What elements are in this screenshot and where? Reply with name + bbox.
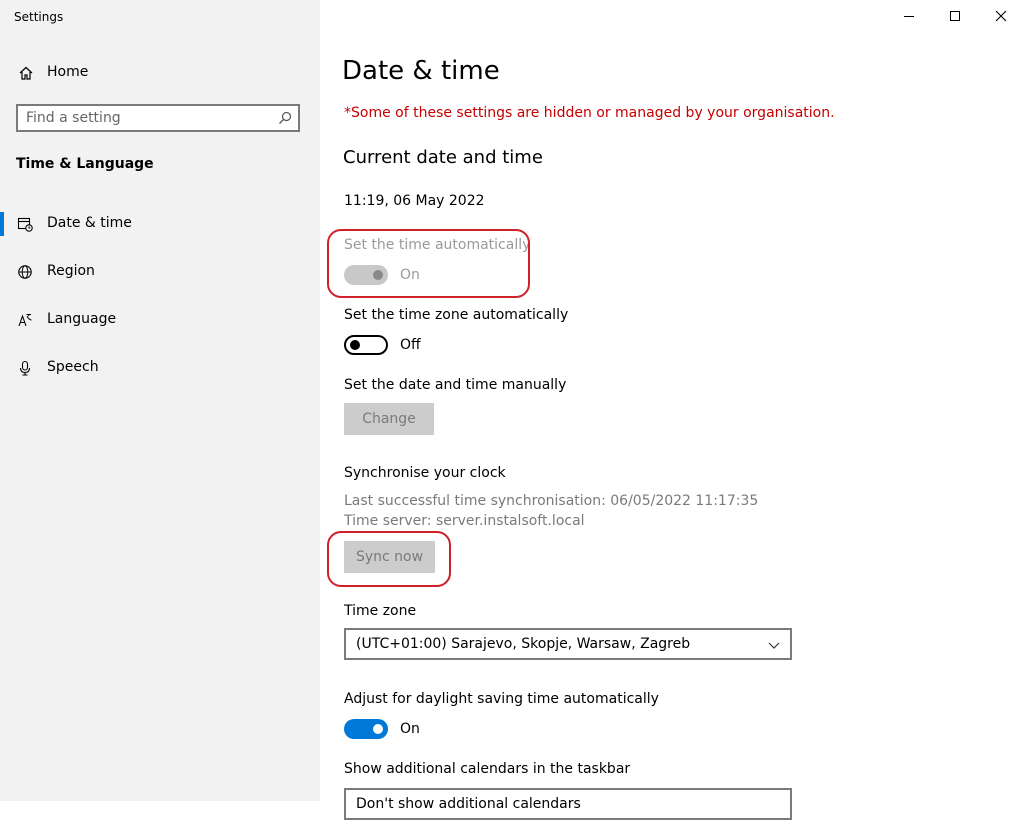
- main-content: Date & time *Some of these settings are …: [320, 0, 1024, 820]
- timezone-value: (UTC+01:00) Sarajevo, Skopje, Warsaw, Za…: [356, 636, 691, 652]
- search-icon[interactable]: [278, 111, 292, 125]
- chevron-down-icon: [768, 642, 780, 649]
- sidebar-item-date-time[interactable]: Date & time: [0, 204, 320, 244]
- sidebar-item-language[interactable]: Language: [0, 300, 320, 340]
- section-label: Time & Language: [16, 156, 154, 172]
- calendars-label: Show additional calendars in the taskbar: [344, 761, 631, 777]
- sync-heading: Synchronise your clock: [344, 465, 506, 481]
- sidebar-item-label: Region: [47, 263, 95, 279]
- current-datetime: 11:19, 06 May 2022: [344, 193, 485, 209]
- page-title: Date & time: [342, 56, 500, 86]
- annotation-highlight: [327, 229, 530, 298]
- sidebar-item-home[interactable]: Home: [0, 56, 320, 90]
- calendar-clock-icon: [17, 217, 33, 232]
- maximize-button[interactable]: [932, 0, 978, 32]
- sidebar: Settings Home Time & Language Date & tim…: [0, 0, 320, 801]
- auto-timezone-label: Set the time zone automatically: [344, 307, 569, 323]
- minimize-button[interactable]: [886, 0, 932, 32]
- search-box[interactable]: [16, 104, 300, 132]
- calendars-value: Don't show additional calendars: [356, 796, 581, 812]
- daylight-state: On: [400, 721, 420, 737]
- sidebar-item-speech[interactable]: Speech: [0, 348, 320, 388]
- auto-timezone-state: Off: [400, 337, 421, 353]
- manual-label: Set the date and time manually: [344, 377, 567, 393]
- sidebar-item-label: Date & time: [47, 215, 132, 231]
- daylight-label: Adjust for daylight saving time automati…: [344, 691, 659, 707]
- annotation-highlight: [327, 531, 451, 587]
- calendars-select[interactable]: Don't show additional calendars: [344, 788, 792, 820]
- window-controls: [886, 0, 1024, 32]
- timezone-select[interactable]: (UTC+01:00) Sarajevo, Skopje, Warsaw, Za…: [344, 628, 792, 660]
- managed-warning: *Some of these settings are hidden or ma…: [344, 105, 835, 121]
- sidebar-item-region[interactable]: Region: [0, 252, 320, 292]
- minimize-icon: [904, 16, 914, 17]
- change-button[interactable]: Change: [344, 403, 434, 435]
- last-sync-text: Last successful time synchronisation: 06…: [344, 493, 759, 509]
- language-icon: [18, 314, 32, 327]
- sidebar-item-label: Home: [47, 64, 89, 80]
- active-indicator: [0, 212, 4, 236]
- toggle-knob: [350, 340, 360, 350]
- daylight-toggle[interactable]: [344, 719, 388, 739]
- timezone-label: Time zone: [344, 603, 417, 619]
- close-button[interactable]: [978, 0, 1024, 32]
- microphone-icon: [19, 360, 31, 376]
- search-input[interactable]: [26, 109, 266, 127]
- home-icon: [19, 66, 33, 80]
- app-title: Settings: [14, 10, 64, 24]
- current-date-heading: Current date and time: [343, 147, 543, 168]
- maximize-icon: [950, 11, 960, 21]
- globe-icon: [18, 265, 32, 279]
- time-server-text: Time server: server.instalsoft.local: [344, 513, 585, 529]
- sidebar-item-label: Speech: [47, 359, 99, 375]
- close-icon: [995, 10, 1007, 22]
- sidebar-item-label: Language: [47, 311, 117, 327]
- auto-timezone-toggle[interactable]: [344, 335, 388, 355]
- toggle-knob: [373, 724, 383, 734]
